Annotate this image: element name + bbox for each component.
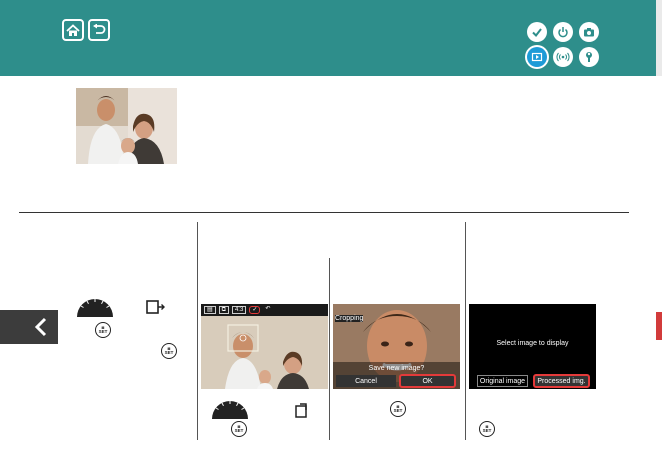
rotate-frame-button[interactable]: ⧉ (218, 306, 229, 314)
power-icon[interactable] (553, 22, 573, 42)
right-edge-marker (656, 312, 662, 340)
wrench-icon[interactable] (579, 47, 599, 67)
save-prompt: Save new image? (368, 365, 425, 372)
crop-toolbar: ▤ ⧉ 4:3 ✓ ↶ (201, 304, 328, 316)
resize-mode-icon (146, 300, 166, 319)
rotate-frame-icon (294, 402, 310, 423)
playback-icon[interactable] (527, 47, 547, 67)
set-button-icon: ◙ SET (390, 401, 406, 417)
set-button-icon: ◙ SET (479, 421, 495, 437)
chevron-left-icon (34, 317, 47, 337)
home-button[interactable] (62, 19, 84, 41)
previous-page-tab[interactable] (0, 310, 58, 344)
save-confirm-screen: Cropping Save new image? Cancel OK (333, 304, 460, 389)
processed-image-button[interactable]: Processed img. (533, 374, 590, 388)
return-button[interactable]: ↶ (263, 306, 272, 314)
aspect-ratio-button[interactable]: 4:3 (231, 306, 247, 314)
cancel-button[interactable]: Cancel (336, 375, 396, 387)
select-image-message: Select image to display (496, 340, 569, 347)
select-display-screen: Select image to display Original image P… (469, 304, 596, 389)
column-divider (197, 222, 198, 440)
set-button-icon: ◙ SET (95, 322, 111, 338)
cropping-label: Cropping (335, 315, 364, 322)
column-divider (465, 222, 466, 440)
sample-photo (76, 88, 177, 164)
column-divider (329, 258, 330, 440)
back-button[interactable] (88, 19, 110, 41)
wireless-icon[interactable] (553, 47, 573, 67)
back-arrow-icon (93, 24, 106, 34)
section-divider (19, 212, 629, 213)
crop-ok-button[interactable]: ✓ (249, 306, 261, 314)
set-button-icon: ◙ SET (161, 343, 177, 359)
camera-icon[interactable] (579, 22, 599, 42)
header-bar (0, 0, 662, 76)
original-image-button[interactable]: Original image (477, 375, 528, 387)
ok-button[interactable]: OK (399, 374, 456, 388)
home-icon (66, 23, 80, 36)
info-button[interactable]: ▤ (204, 306, 216, 314)
control-dial-icon (75, 297, 115, 322)
right-edge-strip (656, 0, 662, 76)
set-button-icon: ◙ SET (231, 421, 247, 437)
control-dial-icon (210, 399, 250, 424)
check-icon[interactable] (527, 22, 547, 42)
crop-frame-screen: ▤ ⧉ 4:3 ✓ ↶ (201, 304, 328, 389)
